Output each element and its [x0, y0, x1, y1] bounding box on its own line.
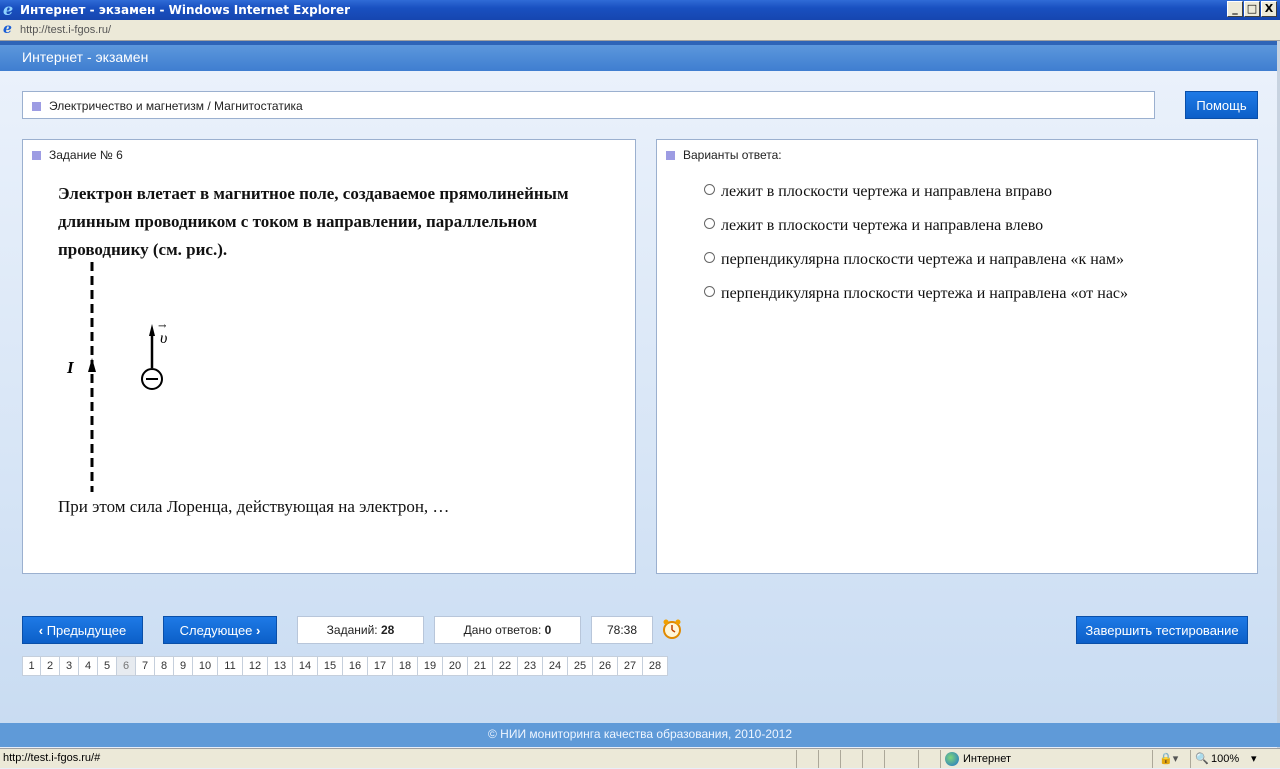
page-link-27[interactable]: 27 [618, 656, 643, 676]
question-number: Задание № 6 [49, 148, 123, 162]
question-text: Электрон влетает в магнитное поле, созда… [58, 184, 569, 259]
total-tasks-value: 28 [380, 623, 395, 637]
close-button[interactable]: X [1261, 1, 1277, 17]
page-link-23[interactable]: 23 [518, 656, 543, 676]
radio-button[interactable] [704, 184, 715, 195]
page-link-20[interactable]: 20 [443, 656, 468, 676]
ie-logo-icon: e [3, 0, 14, 19]
chevron-right-icon: › [252, 623, 261, 638]
answers-header: Варианты ответа: [683, 148, 782, 162]
previous-button[interactable]: ‹ Предыдущее [22, 616, 143, 644]
page-link-9[interactable]: 9 [174, 656, 193, 676]
answer-option-2[interactable]: лежит в плоскости чертежа и направлена в… [704, 215, 1043, 237]
page-link-24[interactable]: 24 [543, 656, 568, 676]
total-tasks-box: Заданий: 28 [297, 616, 424, 644]
radio-button[interactable] [704, 218, 715, 229]
page-link-28[interactable]: 28 [643, 656, 668, 676]
breadcrumb: Электричество и магнетизм / Магнитостати… [22, 91, 1155, 119]
page-link-4[interactable]: 4 [79, 656, 98, 676]
timer: 78:38 [591, 616, 653, 644]
next-button[interactable]: Следующее › [163, 616, 277, 644]
radio-button[interactable] [704, 252, 715, 263]
address-bar: e http://test.i-fgos.ru/ [0, 20, 1280, 41]
page-link-6[interactable]: 6 [117, 656, 136, 676]
page-link-25[interactable]: 25 [568, 656, 593, 676]
page-link-11[interactable]: 11 [218, 656, 243, 676]
current-arrow-icon [88, 358, 96, 372]
breadcrumb-text: Электричество и магнетизм / Магнитостати… [49, 99, 303, 113]
question-panel: Задание № 6 Электрон влетает в магнитное… [22, 139, 636, 574]
answers-panel: Варианты ответа: лежит в плоскости черте… [656, 139, 1258, 574]
chevron-down-icon: ▾ [1251, 753, 1257, 765]
answer-option-3[interactable]: перпендикулярна плоскости чертежа и напр… [704, 249, 1124, 271]
page-link-10[interactable]: 10 [193, 656, 218, 676]
page-link-7[interactable]: 7 [136, 656, 155, 676]
radio-button[interactable] [704, 286, 715, 297]
page-selector: 1 2 3 4 5 6 7 8 9 10 11 12 13 14 15 16 17 18 19 20 21 22 23 24 2… [22, 656, 668, 676]
zoom-icon: 🔍 [1195, 753, 1209, 765]
answer-option-1[interactable]: лежит в плоскости чертежа и направлена в… [704, 181, 1052, 203]
page-link-18[interactable]: 18 [393, 656, 418, 676]
page-link-21[interactable]: 21 [468, 656, 493, 676]
page-icon: e [3, 21, 12, 37]
zoom-control[interactable]: 🔍 100% ▾ [1190, 750, 1277, 768]
page-link-3[interactable]: 3 [60, 656, 79, 676]
page-link-1[interactable]: 1 [22, 656, 41, 676]
status-url: http://test.i-fgos.ru/# [3, 752, 101, 764]
page-link-26[interactable]: 26 [593, 656, 618, 676]
globe-icon [945, 752, 959, 766]
protected-mode-icon[interactable]: 🔒▾ [1152, 750, 1188, 768]
window-title: Интернет - экзамен - Windows Internet Ex… [20, 3, 351, 17]
page-link-19[interactable]: 19 [418, 656, 443, 676]
velocity-arrowhead-icon [149, 324, 155, 336]
address-url[interactable]: http://test.i-fgos.ru/ [20, 22, 124, 38]
answer-option-4[interactable]: перпендикулярна плоскости чертежа и напр… [704, 283, 1128, 305]
minimize-button[interactable]: _ [1227, 1, 1243, 17]
bullet-icon [666, 151, 675, 161]
window-titlebar: e Интернет - экзамен - Windows Internet … [0, 0, 1280, 20]
page-link-2[interactable]: 2 [41, 656, 60, 676]
security-zone: Интернет [940, 750, 1150, 768]
question-figure: I → υ [66, 262, 167, 492]
question-tail-text: При этом сила Лоренца, действующая на эл… [58, 497, 450, 516]
answered-count-box: Дано ответов: 0 [434, 616, 581, 644]
page-link-15[interactable]: 15 [318, 656, 343, 676]
alarm-clock-icon [663, 619, 681, 639]
help-button[interactable]: Помощь [1185, 91, 1258, 119]
velocity-label: υ [160, 330, 167, 347]
current-label: I [66, 358, 75, 377]
page-link-12[interactable]: 12 [243, 656, 268, 676]
page-link-17[interactable]: 17 [368, 656, 393, 676]
page-link-16[interactable]: 16 [343, 656, 368, 676]
page-link-14[interactable]: 14 [293, 656, 318, 676]
maximize-button[interactable]: □ [1244, 1, 1260, 17]
bullet-icon [32, 151, 41, 161]
finish-test-button[interactable]: Завершить тестирование [1076, 616, 1248, 644]
status-bar: http://test.i-fgos.ru/# Интернет 🔒▾ 🔍 10… [0, 748, 1280, 768]
footer-copyright: © НИИ мониторинга качества образования, … [0, 723, 1280, 747]
answered-count-value: 0 [544, 623, 552, 637]
page-link-5[interactable]: 5 [98, 656, 117, 676]
page-link-13[interactable]: 13 [268, 656, 293, 676]
app-header: Интернет - экзамен [0, 41, 1280, 71]
app-title: Интернет - экзамен [22, 49, 149, 65]
chevron-left-icon: ‹ [38, 623, 47, 638]
page-link-8[interactable]: 8 [155, 656, 174, 676]
bullet-icon [32, 102, 41, 112]
page-link-22[interactable]: 22 [493, 656, 518, 676]
